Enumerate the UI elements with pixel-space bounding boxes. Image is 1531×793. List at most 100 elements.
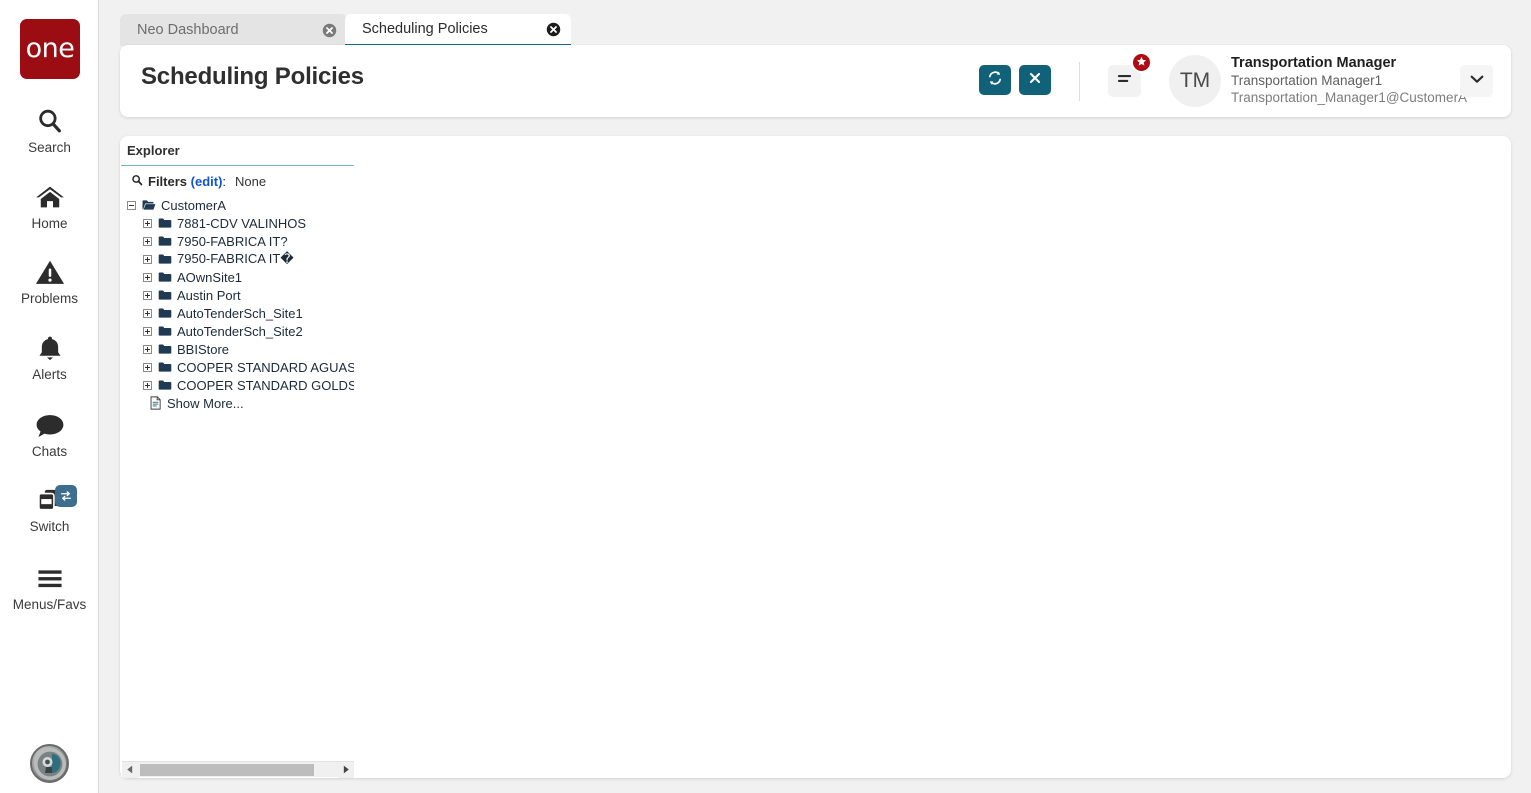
expand-toggle[interactable]: [143, 380, 152, 390]
tree-node-label: Austin Port: [177, 287, 241, 303]
tree-node-label: AOwnSite1: [177, 269, 243, 285]
expand-toggle[interactable]: [143, 290, 152, 300]
tab-bar: Neo Dashboard Scheduling Policies: [99, 0, 1531, 46]
user-email: Transportation_Manager1@CustomerA: [1231, 90, 1468, 105]
tree-node-label: CustomerA: [161, 197, 227, 213]
star-icon: [1136, 56, 1147, 70]
expand-toggle[interactable]: [143, 362, 152, 372]
tree-node-label: Show More...: [167, 395, 244, 411]
tree-row[interactable]: 7881-CDV VALINHOS: [121, 214, 354, 232]
search-icon: [36, 104, 64, 138]
folder-icon: [158, 379, 172, 391]
left-sidebar: one Search Home Problems Alerts Chats Sw…: [0, 0, 99, 793]
sidebar-item-label: Menus/Favs: [12, 597, 87, 612]
user-menu-toggle[interactable]: [1460, 65, 1493, 97]
expand-toggle[interactable]: [143, 326, 152, 336]
user-role: Transportation Manager: [1231, 55, 1397, 71]
sidebar-item-search[interactable]: Search: [0, 104, 99, 155]
tree-node-label: AutoTenderSch_Site2: [177, 323, 303, 339]
tab-scheduling-policies[interactable]: Scheduling Policies: [345, 14, 571, 46]
document-icon: [149, 396, 162, 410]
folder-icon: [158, 343, 172, 355]
expand-toggle[interactable]: [143, 308, 152, 318]
tree-row[interactable]: AutoTenderSch_Site1: [121, 304, 354, 322]
hamburger-menu-icon: [1116, 71, 1133, 91]
windows-stack-icon: [35, 483, 77, 517]
sidebar-item-label: Alerts: [32, 367, 67, 382]
tree-row-show-more[interactable]: Show More...: [121, 394, 354, 412]
user-name: Transportation Manager1: [1231, 73, 1383, 88]
folder-icon: [158, 253, 172, 265]
warning-triangle-icon: [35, 255, 65, 289]
sidebar-item-label: Home: [31, 216, 68, 231]
tree-node-label: AutoTenderSch_Site1: [177, 305, 303, 321]
sidebar-item-chats[interactable]: Chats: [0, 408, 99, 459]
avatar[interactable]: TM: [1169, 55, 1221, 107]
close-page-button[interactable]: [1019, 65, 1051, 95]
folder-icon: [158, 217, 172, 229]
folder-icon: [158, 325, 172, 337]
sidebar-item-label: Chats: [31, 444, 68, 459]
close-circle-icon[interactable]: [546, 22, 561, 37]
tree-row[interactable]: 7950-FABRICA IT�: [121, 250, 354, 268]
expand-toggle[interactable]: [143, 236, 152, 246]
tree-row[interactable]: COOPER STANDARD AGUAS SEALING: [121, 358, 354, 376]
assistant-avatar-icon[interactable]: [30, 744, 69, 783]
folder-icon: [158, 235, 172, 247]
chevron-down-icon: [1469, 72, 1485, 90]
tree-row[interactable]: CustomerA: [121, 196, 354, 214]
sidebar-item-home[interactable]: Home: [0, 180, 99, 231]
tree-row[interactable]: AutoTenderSch_Site2: [121, 322, 354, 340]
page-body-card: Explorer Filters (edit) : None CustomerA…: [120, 136, 1511, 778]
page-header-card: Scheduling Policies TM Transportation Ma…: [120, 45, 1511, 117]
folder-icon: [158, 361, 172, 373]
tree-row[interactable]: COOPER STANDARD GOLDSBORO: [121, 376, 354, 394]
tab-label: Scheduling Policies: [362, 21, 488, 37]
menu-notification-badge[interactable]: [1131, 52, 1152, 73]
tree-row[interactable]: AOwnSite1: [121, 268, 354, 286]
explorer-panel-title: Explorer: [121, 143, 354, 166]
header-divider: [1079, 62, 1080, 101]
application-window: one Search Home Problems Alerts Chats Sw…: [0, 0, 1531, 793]
folder-icon: [158, 289, 172, 301]
filters-label: Filters: [148, 174, 188, 189]
close-circle-icon[interactable]: [322, 23, 337, 38]
sidebar-item-problems[interactable]: Problems: [0, 255, 99, 306]
avatar-initials: TM: [1179, 69, 1211, 92]
brand-logo[interactable]: one: [20, 19, 80, 79]
chat-bubble-icon: [35, 408, 65, 442]
bell-icon: [37, 331, 63, 365]
tree-row[interactable]: BBIStore: [121, 340, 354, 358]
tree-node-label: 7881-CDV VALINHOS: [177, 215, 307, 231]
tab-neo-dashboard[interactable]: Neo Dashboard: [120, 14, 347, 46]
sidebar-item-alerts[interactable]: Alerts: [0, 331, 99, 382]
tree-row[interactable]: 7950-FABRICA IT?: [121, 232, 354, 250]
expand-toggle[interactable]: [143, 272, 152, 282]
expand-toggle[interactable]: [143, 344, 152, 354]
tree-row[interactable]: Austin Port: [121, 286, 354, 304]
user-info-block: Transportation Manager Transportation Ma…: [1231, 55, 1467, 106]
expand-toggle[interactable]: [143, 218, 152, 228]
sidebar-item-switch[interactable]: Switch: [0, 483, 99, 534]
triangle-left-icon[interactable]: [122, 761, 138, 778]
refresh-button[interactable]: [979, 65, 1011, 95]
x-icon: [1028, 71, 1042, 90]
tree-node-label: COOPER STANDARD GOLDSBORO: [177, 377, 354, 393]
home-icon: [35, 180, 65, 214]
collapse-toggle[interactable]: [127, 200, 136, 210]
filters-separator: :: [222, 174, 227, 189]
sidebar-item-menus-favs[interactable]: Menus/Favs: [0, 561, 99, 612]
tree-node-label: 7950-FABRICA IT�: [177, 251, 294, 266]
triangle-right-icon[interactable]: [338, 761, 354, 778]
expand-toggle[interactable]: [143, 254, 152, 264]
explorer-panel: Explorer Filters (edit) : None CustomerA…: [121, 143, 354, 778]
scrollbar-track[interactable]: [138, 762, 338, 778]
scrollbar-thumb[interactable]: [140, 763, 314, 776]
folder-icon: [158, 271, 172, 283]
filters-edit-link[interactable]: (edit): [191, 174, 223, 189]
tree-node-label: COOPER STANDARD AGUAS SEALING: [177, 359, 354, 375]
explorer-horizontal-scrollbar[interactable]: [122, 761, 354, 778]
filters-value: None: [235, 174, 267, 189]
sidebar-item-label: Search: [28, 140, 71, 155]
swap-arrows-icon[interactable]: [54, 485, 77, 507]
